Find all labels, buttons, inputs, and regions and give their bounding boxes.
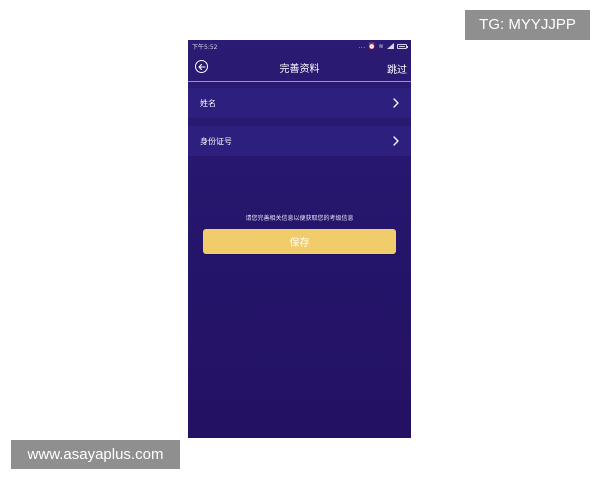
page-title: 完善资料 — [279, 63, 320, 75]
back-arrow-icon — [197, 63, 206, 70]
battery-icon — [397, 44, 408, 49]
page: TG: MYYJJPP 下午5:52 ... ⏰ ≋ 完善资料 跳过 姓名 身份… — [0, 0, 600, 480]
back-button[interactable] — [195, 60, 208, 73]
save-button[interactable]: 保存 — [203, 229, 396, 254]
status-bar: 下午5:52 ... ⏰ ≋ — [188, 40, 411, 53]
hint-text: 请您完善相关信息以便获取您的考级信息 — [245, 215, 354, 222]
status-icons-text: ... ⏰ ≋ — [358, 43, 384, 50]
skip-button[interactable]: 跳过 — [387, 61, 407, 76]
phone-screen: 下午5:52 ... ⏰ ≋ 完善资料 跳过 姓名 身份证号 请您完善相关信息以… — [188, 40, 411, 438]
chevron-right-icon — [393, 98, 399, 108]
status-time: 下午5:52 — [192, 44, 218, 51]
chevron-right-icon — [393, 136, 399, 146]
name-label: 姓名 — [200, 98, 216, 108]
nav-bar: 完善资料 跳过 — [188, 53, 411, 82]
id-number-label: 身份证号 — [200, 136, 232, 146]
name-row[interactable]: 姓名 — [188, 88, 411, 118]
site-watermark: www.asayaplus.com — [11, 440, 180, 469]
id-number-row[interactable]: 身份证号 — [188, 126, 411, 156]
tg-watermark: TG: MYYJJPP — [465, 10, 590, 40]
signal-icon — [387, 42, 394, 51]
status-icons: ... ⏰ ≋ — [358, 42, 408, 51]
